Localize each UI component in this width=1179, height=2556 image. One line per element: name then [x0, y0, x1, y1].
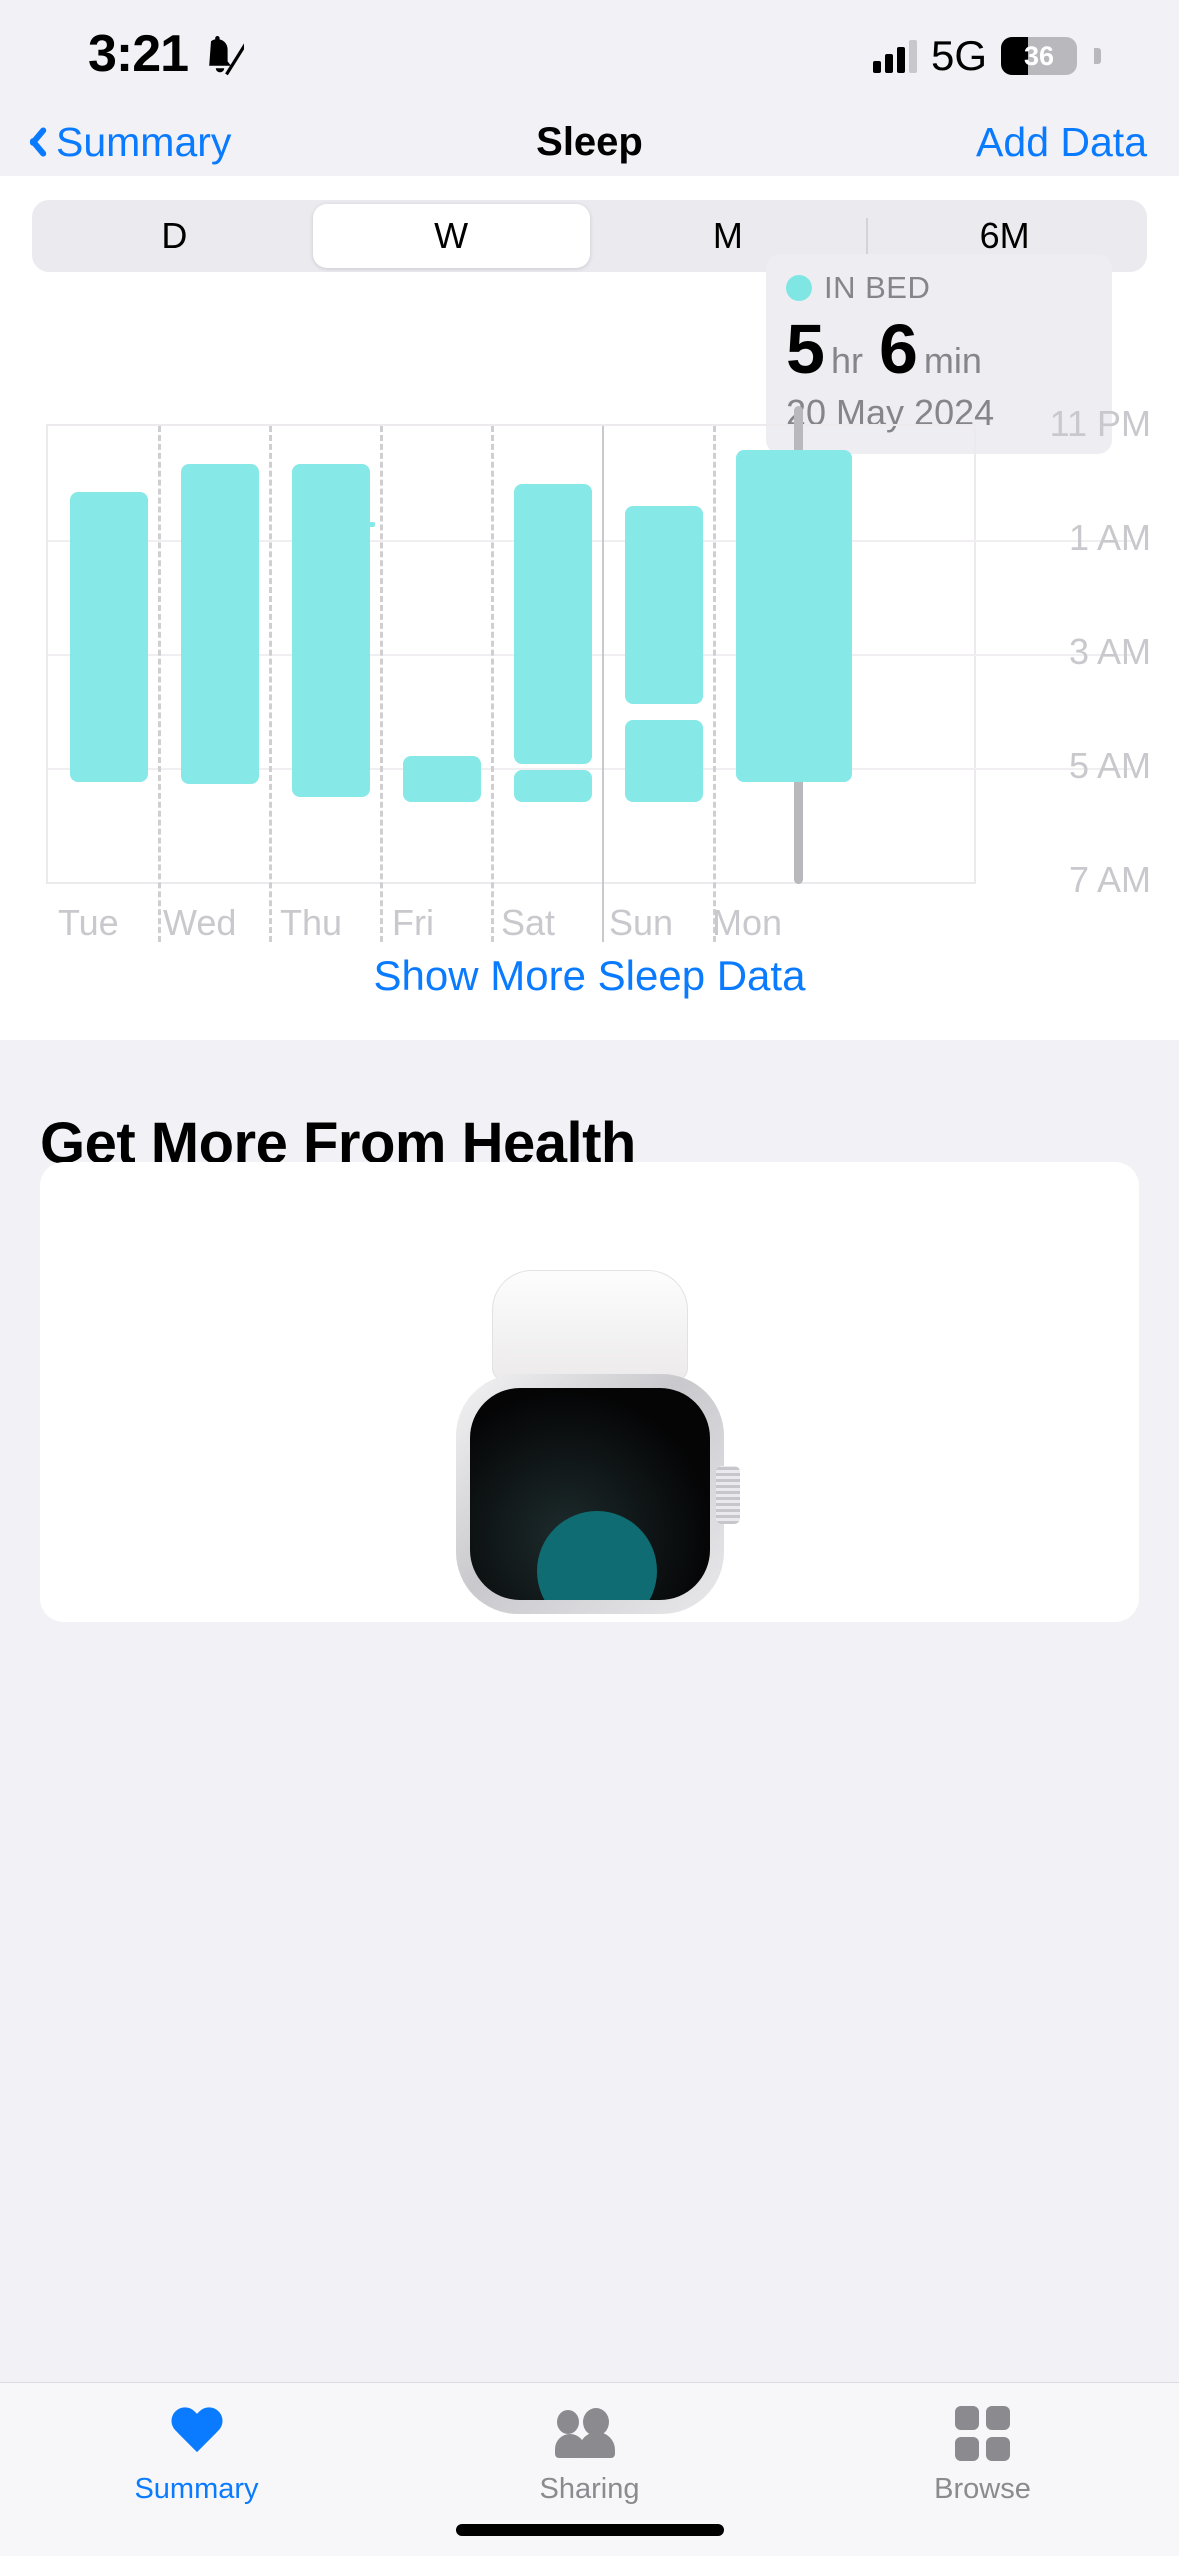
sleep-bar-chart[interactable] [46, 406, 1134, 942]
back-button[interactable]: Summary [24, 119, 231, 166]
watch-screen [469, 1388, 710, 1600]
watch-body [455, 1374, 740, 1614]
watch-band [491, 1270, 688, 1382]
bar-sat-2[interactable] [514, 770, 592, 802]
range-option-w[interactable]: W [312, 204, 590, 268]
callout-header: IN BED [786, 270, 1092, 306]
separator-wed-thu [269, 426, 272, 942]
battery-tip [1094, 48, 1101, 64]
status-bar-right: 5G 36 [872, 32, 1101, 80]
y-axis-label-11pm: 11 PM [1049, 403, 1151, 444]
y-axis-label-7am: 7 AM [1068, 859, 1151, 900]
callout-minutes-value: 6 [878, 310, 918, 388]
sleep-chart-card: D W M 6M IN BED 5 hr 6 min 20 May 2024 1… [0, 176, 1179, 1040]
show-more-sleep-data-link[interactable]: Show More Sleep Data [0, 952, 1179, 1000]
network-type-label: 5G [930, 32, 987, 79]
callout-hours-value: 5 [786, 310, 825, 388]
tab-browse[interactable]: Browse [786, 2383, 1179, 2556]
y-axis-label-5am: 5 AM [1068, 745, 1151, 786]
y-axis-label-1am: 1 AM [1068, 517, 1151, 558]
x-axis-label-tue: Tue [58, 902, 119, 943]
grid-icon [955, 2405, 1010, 2461]
cellular-signal-icon [872, 39, 917, 73]
x-axis-label-wed: Wed [163, 902, 237, 943]
battery-percent-label: 36 [1023, 41, 1055, 71]
tab-bar: Summary Sharing Browse [0, 2382, 1179, 2556]
x-axis-label-mon: Mon [712, 902, 783, 943]
phone-screen: 3:21 5G 36 Summary Sleep Add Data D W M … [0, 0, 1179, 2556]
bar-fri-sliver[interactable] [309, 522, 375, 527]
chevron-left-icon [24, 123, 46, 161]
tab-browse-label: Browse [934, 2473, 1031, 2505]
bar-tue[interactable] [70, 492, 148, 782]
bar-thu[interactable] [292, 464, 370, 797]
bell-slash-icon [209, 36, 245, 76]
battery-icon: 36 [1001, 37, 1077, 75]
people-icon [554, 2405, 623, 2461]
callout-minutes-unit: min [923, 340, 982, 381]
home-indicator[interactable] [455, 2524, 724, 2536]
range-option-d[interactable]: D [36, 204, 313, 268]
x-axis-label-sun: Sun [609, 902, 674, 943]
bar-sun-2[interactable] [625, 720, 703, 802]
bar-sat-1[interactable] [514, 484, 592, 764]
bar-fri[interactable] [403, 756, 481, 802]
y-axis-label-3am: 3 AM [1068, 631, 1151, 672]
callout-hours-unit: hr [830, 340, 863, 381]
x-axis-label-fri: Fri [392, 902, 434, 943]
bar-mon-selected[interactable] [736, 450, 852, 782]
in-bed-legend-dot-icon [786, 275, 812, 301]
bar-wed[interactable] [181, 464, 259, 784]
promo-card[interactable] [40, 1162, 1139, 1622]
callout-metric-label: IN BED [824, 270, 931, 305]
callout-value: 5 hr 6 min [786, 314, 1092, 384]
navigation-bar: Summary Sleep Add Data [0, 108, 1179, 176]
heart-icon [170, 2405, 224, 2461]
tab-sharing-label: Sharing [539, 2473, 640, 2505]
status-bar-left: 3:21 [88, 25, 245, 83]
status-time: 3:21 [88, 25, 189, 83]
separator-sun-mon [713, 426, 716, 942]
separator-tue-wed [158, 426, 161, 942]
watch-screen-accent [536, 1510, 657, 1600]
bar-sun-1[interactable] [625, 506, 703, 704]
separator-thu-fri [380, 426, 383, 942]
apple-watch-image [455, 1270, 740, 1614]
x-axis-label-thu: Thu [280, 902, 343, 943]
x-axis-label-sat: Sat [501, 902, 556, 943]
get-more-from-health-section: Get More From Health [0, 1040, 1179, 2556]
back-button-label: Summary [56, 118, 232, 165]
tab-summary-label: Summary [134, 2473, 259, 2505]
digital-crown-icon [715, 1466, 740, 1524]
separator-fri-sat [491, 426, 494, 942]
tab-summary[interactable]: Summary [0, 2383, 393, 2556]
status-bar: 3:21 5G 36 [0, 0, 1179, 108]
separator-sat-sun-week [602, 426, 604, 942]
add-data-button[interactable]: Add Data [976, 119, 1147, 166]
